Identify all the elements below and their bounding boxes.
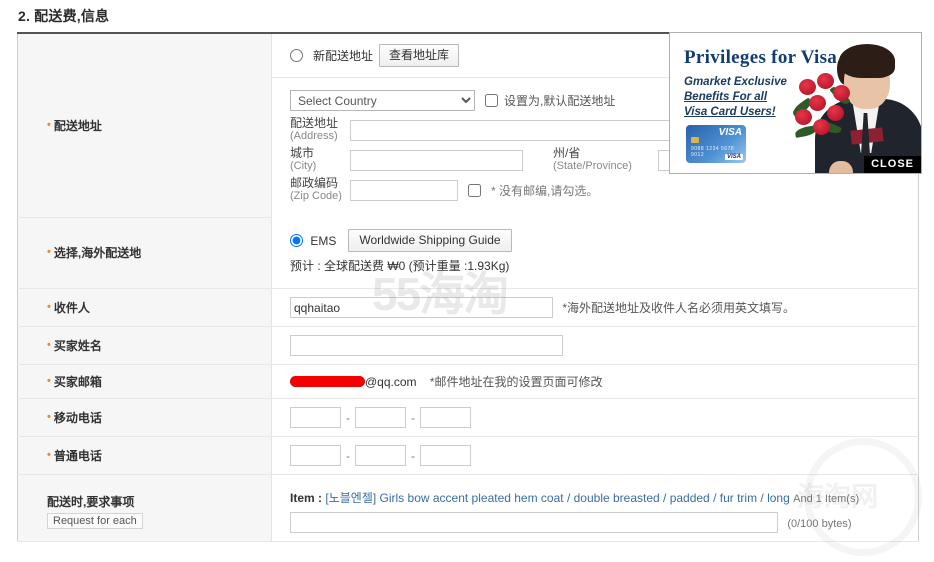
ems-radio[interactable] [290, 234, 303, 248]
row-label-delivery-request: 配送时,要求事项 Request for each [17, 474, 272, 542]
row-label-shipping-address: 配送地址 [17, 33, 272, 218]
new-address-radio[interactable] [290, 49, 303, 62]
overseas-shipping-label: 选择,海外配送地 [47, 246, 141, 260]
buyer-name-input[interactable] [290, 335, 563, 356]
landline-phone-part1[interactable] [290, 445, 341, 466]
city-input[interactable] [350, 149, 523, 171]
city-label-cn: 城市 [290, 146, 315, 160]
ems-option-row: EMS Worldwide Shipping Guide [290, 229, 908, 252]
delivery-request-label: 配送时,要求事项 [47, 495, 135, 509]
address-label-cn: 配送地址 [290, 116, 339, 130]
visa-card-badge: VISA [724, 154, 743, 160]
banner-close-button[interactable]: CLOSE [864, 156, 921, 173]
worldwide-shipping-guide-button[interactable]: Worldwide Shipping Guide [348, 229, 512, 252]
address-field-label: 配送地址 (Address) [290, 117, 350, 143]
table-row-mobile-phone: 移动电话 -- [17, 398, 919, 437]
landline-phone-separator-1: - [346, 448, 350, 463]
banner-title: Privileges for Visa [684, 47, 838, 68]
state-label-en: (State/Province) [553, 160, 632, 172]
buyer-email-note: *邮件地址在我的设置页面可修改 [429, 375, 603, 389]
table-row-delivery-request: 配送时,要求事项 Request for each Item : [노블엔젤] … [17, 474, 919, 542]
state-field-label: 州/省 (State/Province) [553, 147, 658, 173]
table-row-landline-phone: 普通电话 -- [17, 436, 919, 475]
banner-subtitle-line2: Benefits For all [684, 91, 768, 103]
no-zip-checkbox[interactable] [468, 183, 481, 197]
banner-subtitle-line1: Gmarket Exclusive [684, 76, 787, 88]
table-row-recipient: 收件人 *海外配送地址及收件人名必须用英文填写。 [17, 288, 919, 327]
landline-phone-label: 普通电话 [47, 449, 102, 463]
mobile-phone-part2[interactable] [355, 407, 406, 428]
buyer-name-cell [271, 326, 919, 365]
city-field-label: 城市 (City) [290, 147, 350, 173]
buyer-name-label: 买家姓名 [47, 339, 102, 353]
city-label-en: (City) [290, 160, 317, 172]
email-domain: @qq.com [365, 375, 417, 389]
buyer-email-label: 买家邮箱 [47, 375, 102, 389]
ems-radio-wrap[interactable]: EMS [290, 233, 336, 248]
recipient-label: 收件人 [47, 301, 90, 315]
no-zip-note: * 没有邮编,请勾选。 [491, 183, 599, 198]
mobile-phone-part1[interactable] [290, 407, 341, 428]
buyer-email-cell: @qq.com *邮件地址在我的设置页面可修改 [271, 364, 919, 399]
item-name[interactable]: [노블엔젤] Girls bow accent pleated hem coat… [325, 491, 789, 505]
roses-bouquet [789, 69, 859, 173]
recipient-note: *海外配送地址及收件人名必须用英文填写。 [562, 300, 796, 315]
banner-subtitle: Gmarket Exclusive Benefits For all Visa … [684, 75, 787, 120]
mobile-phone-separator-1: - [346, 410, 350, 425]
page-title: 2. 配送费,信息 [18, 8, 110, 24]
recipient-cell: *海外配送地址及收件人名必须用英文填写。 [271, 288, 919, 327]
table-row-buyer-email: 买家邮箱 @qq.com *邮件地址在我的设置页面可修改 [17, 364, 919, 399]
row-label-landline-phone: 普通电话 [17, 436, 272, 475]
default-address-checkbox[interactable] [485, 94, 498, 107]
visa-card-icon: VISA 9088 1234 5678 9012 VISA [686, 125, 746, 163]
visa-promo-banner[interactable]: Privileges for Visa Gmarket Exclusive Be… [669, 32, 922, 174]
country-select[interactable]: Select Country [290, 90, 475, 111]
new-address-radio-label: 新配送地址 [313, 49, 374, 63]
row-label-mobile-phone: 移动电话 [17, 398, 272, 437]
mobile-phone-label: 移动电话 [47, 411, 102, 425]
landline-phone-cell: -- [271, 436, 919, 475]
recipient-input[interactable] [290, 297, 553, 318]
address-label-en: (Address) [290, 130, 338, 142]
mobile-phone-cell: -- [271, 398, 919, 437]
zip-label-en: (Zip Code) [290, 190, 342, 202]
zip-label-cn: 邮政编码 [290, 176, 339, 190]
masked-email-redaction [290, 376, 365, 387]
row-label-overseas-shipping: 选择,海外配送地 [17, 217, 272, 289]
state-label-cn: 州/省 [553, 146, 581, 160]
row-label-buyer-email: 买家邮箱 [17, 364, 272, 399]
item-summary: Item : [노블엔젤] Girls bow accent pleated h… [290, 489, 908, 506]
mobile-phone-separator-2: - [411, 410, 415, 425]
table-row-buyer-name: 买家姓名 [17, 326, 919, 365]
delivery-request-sub-label: Request for each [47, 513, 143, 529]
shipping-estimate-text: 预计 : 全球配送费 ₩0 (预计重量 :1.93Kg) [290, 259, 510, 273]
item-more-count: And 1 Item(s) [793, 493, 860, 505]
landline-phone-part2[interactable] [355, 445, 406, 466]
zip-input[interactable] [350, 179, 458, 201]
landline-phone-part3[interactable] [420, 445, 471, 466]
banner-subtitle-line3: Visa Card Users! [684, 106, 776, 118]
view-address-book-button[interactable]: 查看地址库 [379, 44, 460, 67]
visa-card-brand: VISA [718, 127, 742, 138]
ems-radio-label: EMS [310, 233, 337, 248]
row-label-buyer-name: 买家姓名 [17, 326, 272, 365]
zip-field-label: 邮政编码 (Zip Code) [290, 177, 350, 203]
default-address-checkbox-label: 设置为,默认配送地址 [504, 94, 616, 108]
delivery-request-cell: Item : [노블엔젤] Girls bow accent pleated h… [271, 474, 919, 542]
row-label-recipient: 收件人 [17, 288, 272, 327]
shipping-address-label: 配送地址 [47, 119, 102, 133]
table-row-overseas-shipping: 选择,海外配送地 EMS Worldwide Shipping Guide 预计… [17, 217, 919, 289]
landline-phone-separator-2: - [411, 448, 415, 463]
visa-card-chip-icon [691, 137, 699, 143]
mobile-phone-part3[interactable] [420, 407, 471, 428]
byte-counter: (0/100 bytes) [787, 517, 852, 530]
overseas-shipping-cell: EMS Worldwide Shipping Guide 预计 : 全球配送费 … [271, 217, 919, 289]
item-prefix: Item : [290, 491, 323, 505]
delivery-request-input[interactable] [290, 512, 778, 533]
